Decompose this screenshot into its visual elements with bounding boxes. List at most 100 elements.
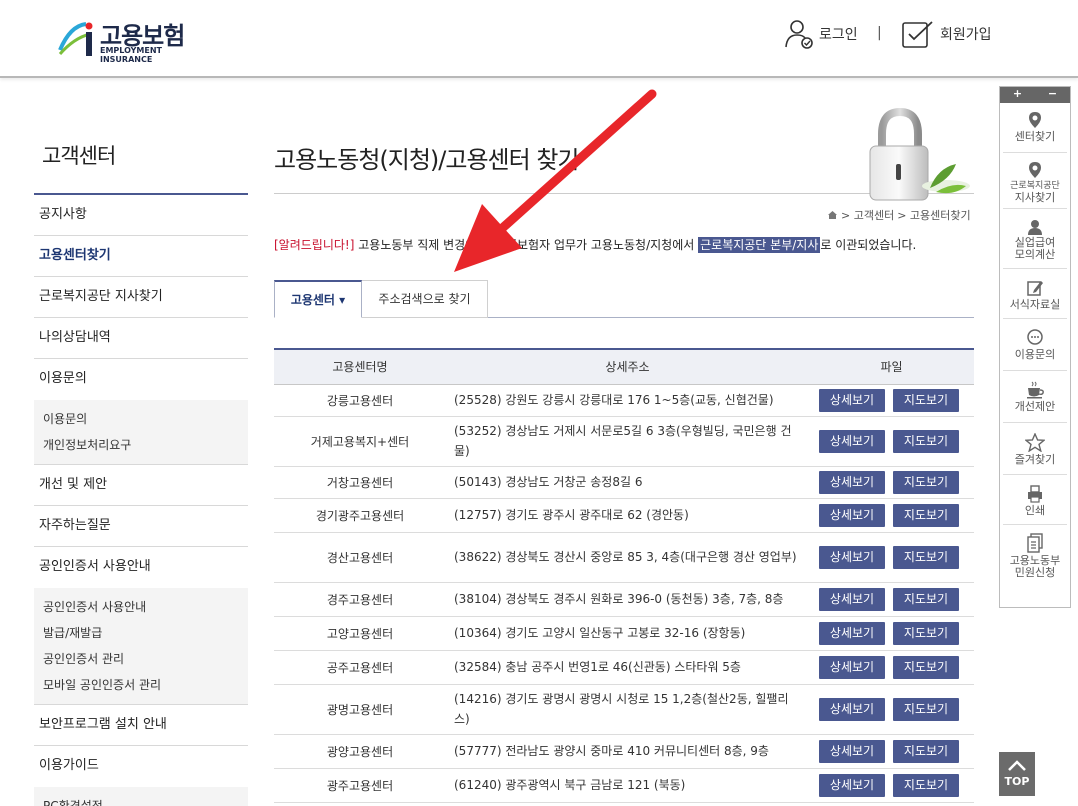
map-button[interactable]: 지도보기 bbox=[893, 621, 959, 645]
map-button[interactable]: 지도보기 bbox=[893, 773, 959, 797]
detail-button[interactable]: 상세보기 bbox=[819, 739, 885, 763]
lnb-sub-item[interactable]: 공인인증서 사용안내 bbox=[43, 594, 248, 620]
breadcrumb: > 고객센터 > 고용센터찾기 bbox=[827, 207, 974, 223]
table-row: 경주고용센터 (38104) 경상북도 경주시 원화로 396-0 (동천동) … bbox=[274, 582, 974, 617]
map-button[interactable]: 지도보기 bbox=[893, 739, 959, 763]
map-button[interactable]: 지도보기 bbox=[893, 503, 959, 527]
scroll-top-button[interactable]: TOP bbox=[999, 752, 1035, 796]
table-row: 광양고용센터 (57777) 전라남도 광양시 중마로 410 커뮤니티센터 8… bbox=[274, 734, 974, 769]
detail-button[interactable]: 상세보기 bbox=[819, 655, 885, 679]
search-tabs: 고용센터 ▾ 주소검색으로 찾기 bbox=[274, 280, 974, 318]
lnb-item-find-center[interactable]: 고용센터찾기 bbox=[34, 236, 248, 277]
file-cell: 상세보기 지도보기 bbox=[809, 768, 974, 803]
file-cell: 상세보기 지도보기 bbox=[809, 616, 974, 651]
tab-address-search[interactable]: 주소검색으로 찾기 bbox=[362, 280, 488, 318]
table-row: 공주고용센터 (32584) 충남 공주시 번영1로 46(신관동) 스타타워 … bbox=[274, 650, 974, 685]
login-link[interactable]: 로그인 bbox=[783, 18, 858, 50]
quick-find-branch[interactable]: 근로복지공단 지사찾기 bbox=[1003, 153, 1067, 209]
quick-print[interactable]: 인쇄 bbox=[1003, 475, 1067, 525]
quick-label: 센터찾기 bbox=[1014, 130, 1056, 143]
join-link[interactable]: 회원가입 bbox=[900, 18, 992, 50]
detail-button[interactable]: 상세보기 bbox=[819, 697, 885, 721]
center-name: 강릉고용센터 bbox=[274, 384, 446, 417]
center-address: (53252) 경상남도 거제시 서문로5길 6 3층(우형빌딩, 국민은행 건… bbox=[446, 416, 809, 467]
tab-employment-center[interactable]: 고용센터 ▾ bbox=[274, 280, 362, 318]
home-icon[interactable] bbox=[827, 210, 838, 220]
chat-icon bbox=[1027, 329, 1043, 345]
join-clipboard-icon bbox=[902, 21, 933, 48]
lnb-sub-item[interactable]: PC환경설정 bbox=[43, 793, 248, 806]
print-icon bbox=[1028, 485, 1042, 503]
quick-favorites[interactable]: 즐겨찾기 bbox=[1003, 423, 1067, 475]
quick-label: 모의계산 bbox=[1014, 248, 1056, 261]
center-address: (14216) 경기도 광명시 광명시 시청로 15 1,2층(철산2동, 힐팰… bbox=[446, 684, 809, 735]
table-row: 거창고용센터 (50143) 경상남도 거창군 송정8길 6 상세보기 지도보기 bbox=[274, 466, 974, 499]
site-logo[interactable]: 고용보험 EMPLOYMENT INSURANCE bbox=[56, 14, 196, 64]
map-button[interactable]: 지도보기 bbox=[893, 655, 959, 679]
lnb-sub-item[interactable]: 공인인증서 관리 bbox=[43, 646, 248, 672]
quick-moel-request[interactable]: 고용노동부 민원신청 bbox=[1003, 525, 1067, 583]
login-label: 로그인 bbox=[819, 27, 858, 43]
lnb-sub-item[interactable]: 발급/재발급 bbox=[43, 620, 248, 646]
person-icon bbox=[1028, 220, 1042, 235]
center-name: 경기광주고용센터 bbox=[274, 498, 446, 533]
map-button[interactable]: 지도보기 bbox=[893, 697, 959, 721]
file-cell: 상세보기 지도보기 bbox=[809, 734, 974, 769]
quick-label: 즐겨찾기 bbox=[1014, 453, 1056, 466]
center-address: (38104) 경상북도 경주시 원화로 396-0 (동천동) 3층, 7층,… bbox=[446, 582, 809, 617]
lnb-sub-item[interactable]: 개인정보처리요구 bbox=[43, 432, 248, 458]
detail-button[interactable]: 상세보기 bbox=[819, 503, 885, 527]
map-button[interactable]: 지도보기 bbox=[893, 545, 959, 569]
cup-icon bbox=[1027, 381, 1044, 399]
breadcrumb-item[interactable]: > 고객센터 bbox=[841, 207, 894, 223]
lnb-title: 고객센터 bbox=[34, 140, 248, 195]
lnb-item-faq[interactable]: 자주하는질문 bbox=[34, 506, 248, 547]
quick-inquiry[interactable]: 이용문의 bbox=[1003, 319, 1067, 371]
detail-button[interactable]: 상세보기 bbox=[819, 470, 885, 494]
center-name: 광명고용센터 bbox=[274, 684, 446, 735]
center-address: (12757) 경기도 광주시 광주대로 62 (경안동) bbox=[446, 498, 809, 533]
edit-icon bbox=[1027, 281, 1043, 296]
lnb-item-cert-guide[interactable]: 공인인증서 사용안내 bbox=[34, 547, 248, 588]
quick-label: 개선제안 bbox=[1014, 400, 1056, 413]
lnb-item-suggestion[interactable]: 개선 및 제안 bbox=[34, 465, 248, 506]
lnb-item-inquiry[interactable]: 이용문의 bbox=[34, 359, 248, 400]
detail-button[interactable]: 상세보기 bbox=[819, 429, 885, 453]
map-button[interactable]: 지도보기 bbox=[893, 587, 959, 611]
quick-menu-zoom: + − bbox=[1000, 87, 1070, 103]
center-name: 경산고용센터 bbox=[274, 532, 446, 583]
padlock-icon bbox=[869, 107, 970, 201]
quick-suggestion[interactable]: 개선제안 bbox=[1003, 371, 1067, 423]
file-cell: 상세보기 지도보기 bbox=[809, 466, 974, 499]
center-name: 공주고용센터 bbox=[274, 650, 446, 685]
zoom-out-button[interactable]: − bbox=[1035, 87, 1070, 103]
map-button[interactable]: 지도보기 bbox=[893, 388, 959, 412]
detail-button[interactable]: 상세보기 bbox=[819, 621, 885, 645]
lnb-item-security-program[interactable]: 보안프로그램 설치 안내 bbox=[34, 705, 248, 746]
zoom-in-button[interactable]: + bbox=[1000, 87, 1035, 103]
table-header-name: 고용센터명 bbox=[274, 349, 446, 385]
map-button[interactable]: 지도보기 bbox=[893, 470, 959, 494]
top-label: TOP bbox=[1004, 775, 1030, 788]
notice-tag: [알려드립니다!] bbox=[274, 238, 355, 252]
detail-button[interactable]: 상세보기 bbox=[819, 545, 885, 569]
quick-forms[interactable]: 서식자료실 bbox=[1003, 269, 1067, 319]
detail-button[interactable]: 상세보기 bbox=[819, 773, 885, 797]
center-name: 경주고용센터 bbox=[274, 582, 446, 617]
detail-button[interactable]: 상세보기 bbox=[819, 587, 885, 611]
lnb-item-my-consult[interactable]: 나의상담내역 bbox=[34, 318, 248, 359]
quick-label: 이용문의 bbox=[1014, 348, 1056, 361]
quick-find-center[interactable]: 센터찾기 bbox=[1003, 103, 1067, 153]
lnb-item-notice[interactable]: 공지사항 bbox=[34, 195, 248, 236]
breadcrumb-item[interactable]: > 고용센터찾기 bbox=[897, 207, 970, 223]
quick-benefit-calc[interactable]: 실업급여 모의계산 bbox=[1003, 209, 1067, 269]
detail-button[interactable]: 상세보기 bbox=[819, 388, 885, 412]
lnb-item-welfare-branch[interactable]: 근로복지공단 지사찾기 bbox=[34, 277, 248, 318]
lnb-sub-item[interactable]: 모바일 공인인증서 관리 bbox=[43, 672, 248, 698]
lnb-sub-item[interactable]: 이용문의 bbox=[43, 406, 248, 432]
table-row: 광명고용센터 (14216) 경기도 광명시 광명시 시청로 15 1,2층(철… bbox=[274, 684, 974, 735]
left-navigation: 고객센터 공지사항 고용센터찾기 근로복지공단 지사찾기 나의상담내역 이용문의… bbox=[34, 140, 248, 806]
lnb-item-usage-guide[interactable]: 이용가이드 bbox=[34, 746, 248, 787]
center-table: 고용센터명 상세주소 파일 강릉고용센터 (25528) 강원도 강릉시 강릉대… bbox=[274, 348, 974, 803]
map-button[interactable]: 지도보기 bbox=[893, 429, 959, 453]
